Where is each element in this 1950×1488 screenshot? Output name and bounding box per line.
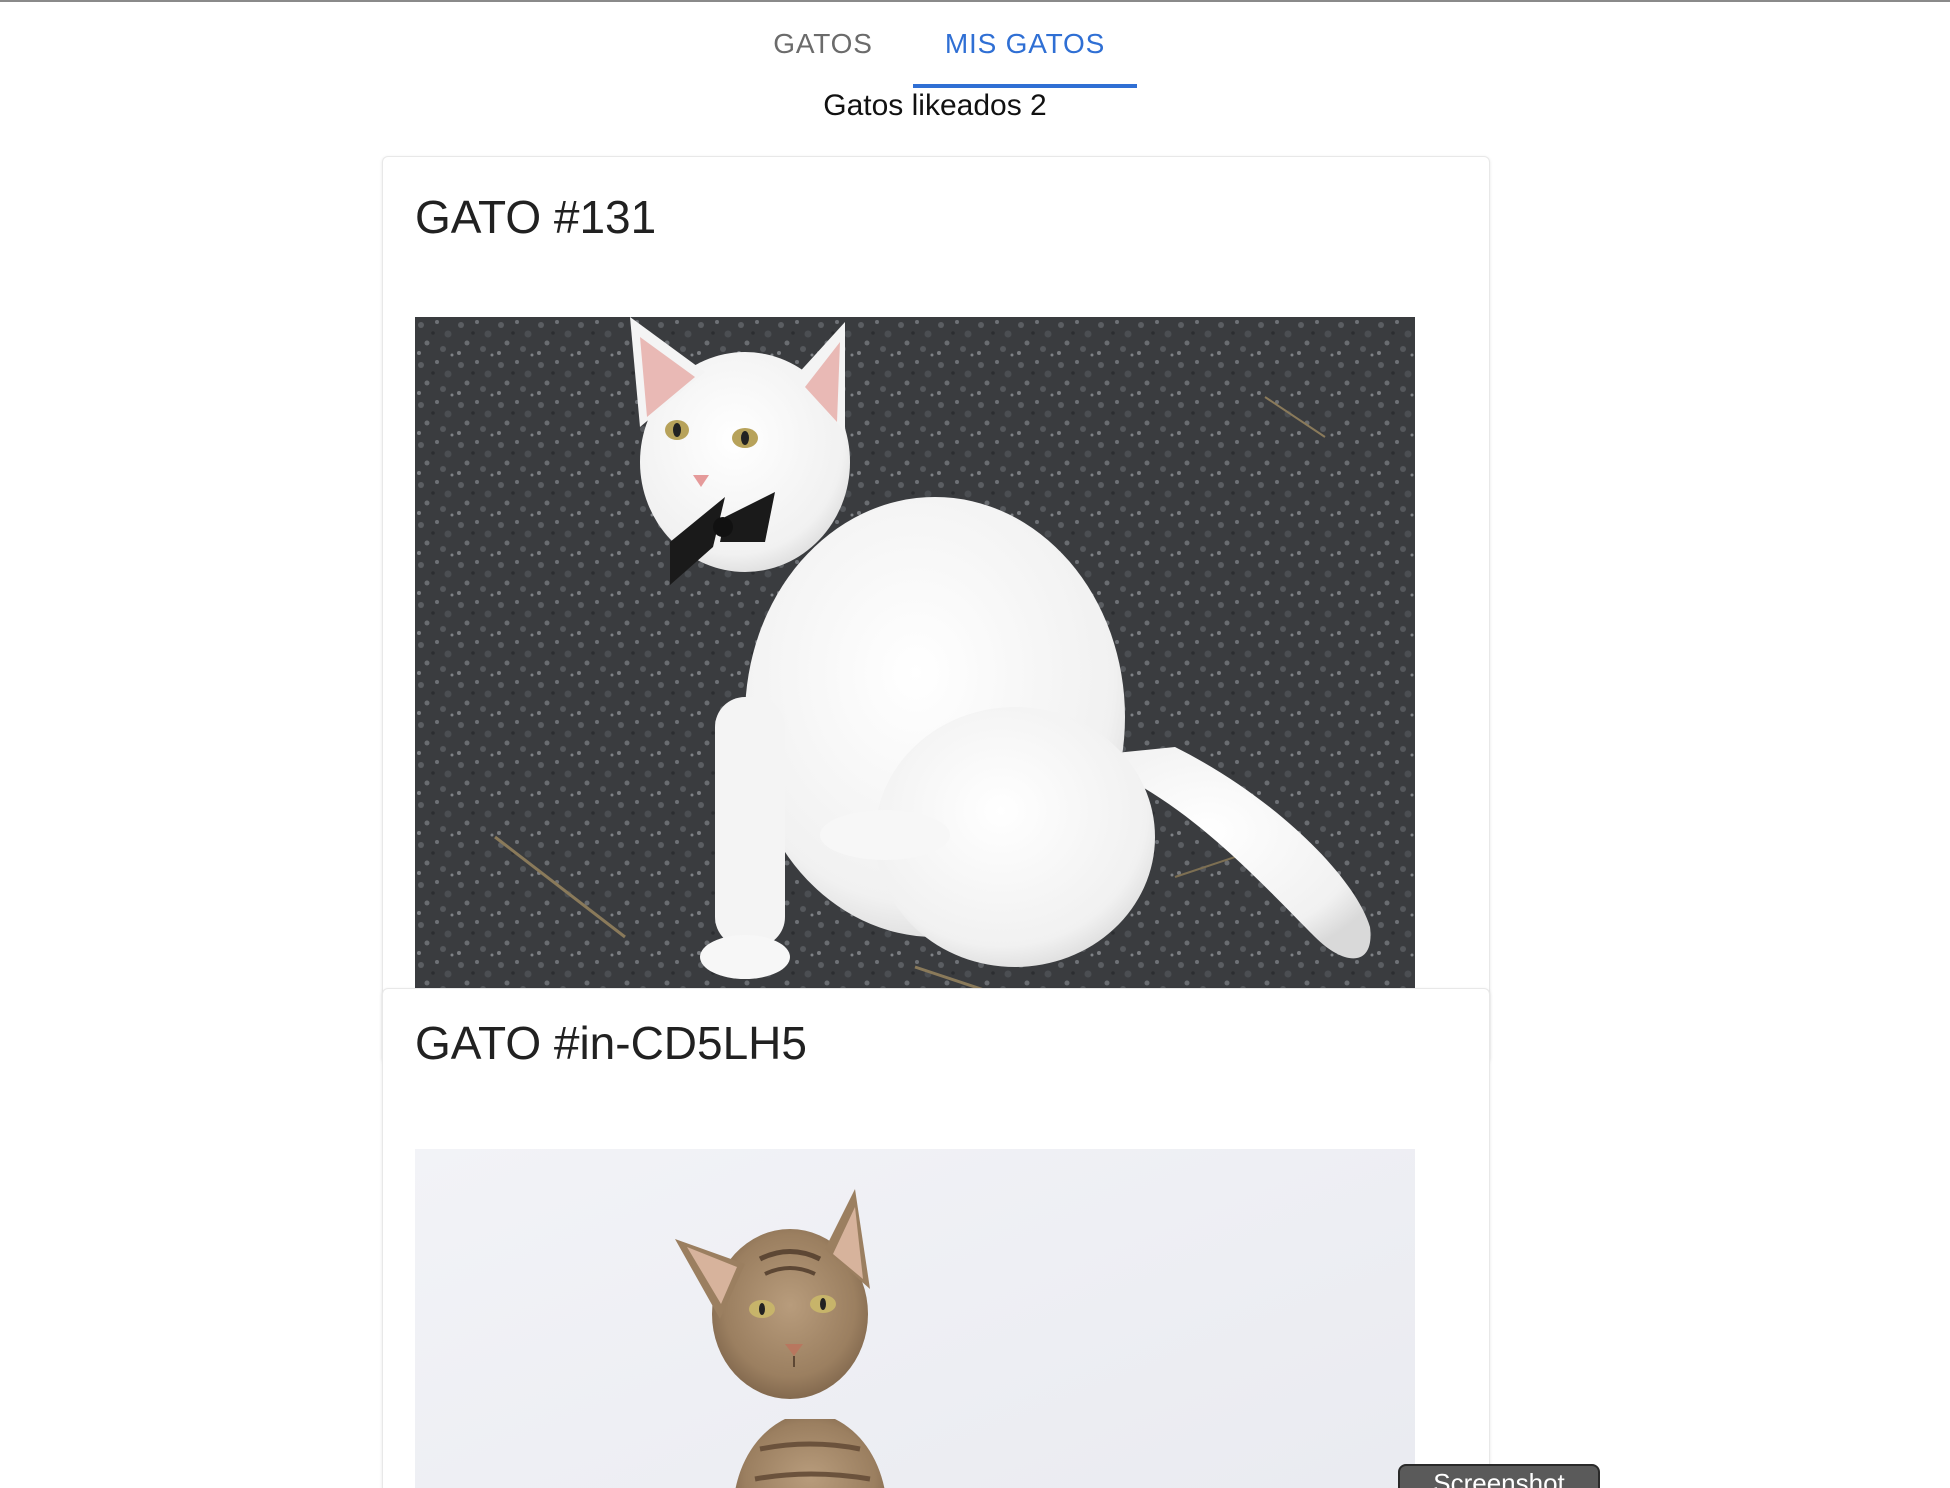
cat-card-title: GATO #in-CD5LH5 (415, 1017, 807, 1069)
page: GATOS MIS GATOS Gatos likeados 2 GATO #1… (0, 0, 1950, 1488)
liked-cats-count: Gatos likeados 2 (823, 89, 1047, 122)
cat-card-title: GATO #131 (415, 191, 657, 243)
cat-card: GATO #131 (382, 156, 1490, 1063)
cat-photo (415, 317, 1415, 1017)
tab-gatos[interactable]: GATOS (742, 2, 904, 86)
cat-photo (415, 1149, 1415, 1488)
tab-mis-gatos[interactable]: MIS GATOS (913, 2, 1137, 86)
tab-bar: GATOS MIS GATOS (0, 2, 1950, 88)
screenshot-button[interactable]: Screenshot (1398, 1464, 1600, 1488)
cat-card: GATO #in-CD5LH5 (382, 988, 1490, 1488)
